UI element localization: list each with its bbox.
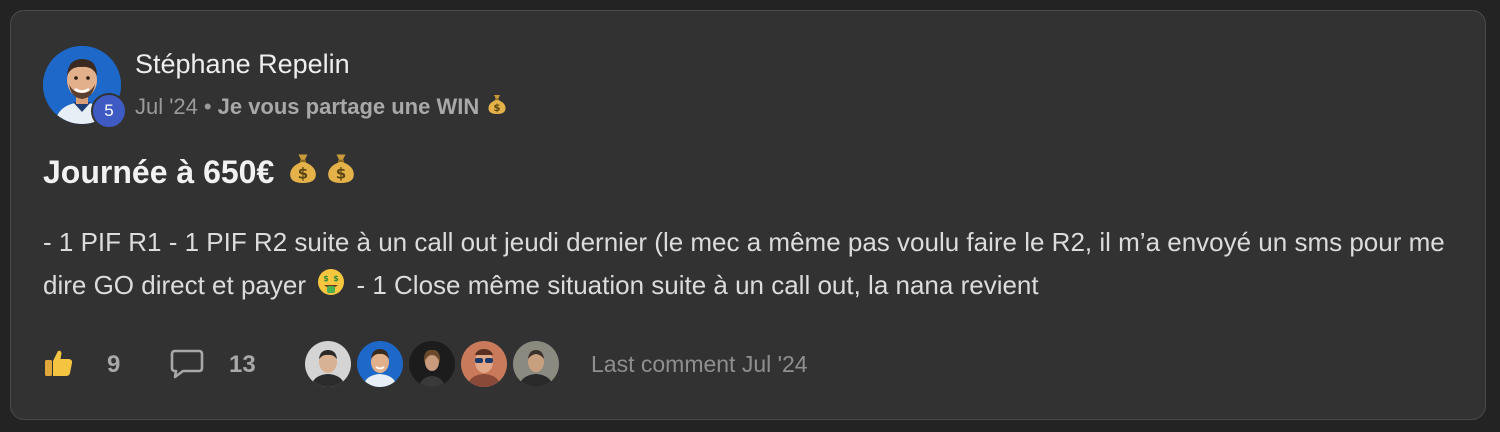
- commenter-avatar[interactable]: [459, 339, 509, 389]
- commenter-avatar[interactable]: [303, 339, 353, 389]
- author-name[interactable]: Stéphane Repelin: [135, 49, 350, 80]
- post-title-text: Journée à 650€: [43, 153, 275, 190]
- post-footer: 9 13 Last comment Jul '24: [43, 339, 1443, 389]
- svg-text:$: $: [336, 165, 346, 183]
- speech-bubble-icon[interactable]: [169, 348, 205, 385]
- post-card[interactable]: 5 Stéphane Repelin Jul '24 • Je vous par…: [10, 10, 1486, 420]
- post-body-part2: - 1 Close même situation suite à un call…: [356, 270, 1039, 300]
- money-mouth-face-icon: $ $: [317, 266, 345, 309]
- post-body[interactable]: - 1 PIF R1 - 1 PIF R2 suite à un call ou…: [43, 221, 1453, 309]
- post-meta: Jul '24 • Je vous partage une WIN $: [135, 93, 507, 121]
- post-title[interactable]: Journée à 650€ $ $: [43, 151, 356, 193]
- author-avatar-wrap[interactable]: 5: [43, 46, 127, 129]
- thumbs-up-icon[interactable]: [43, 347, 75, 384]
- last-comment-info[interactable]: Last comment Jul '24: [591, 351, 808, 378]
- comment-count: 13: [229, 351, 256, 378]
- svg-text:$: $: [494, 103, 501, 114]
- post-category[interactable]: Je vous partage une WIN: [218, 94, 480, 120]
- svg-text:$: $: [298, 165, 308, 183]
- commenter-avatar[interactable]: [511, 339, 561, 389]
- svg-text:$: $: [323, 274, 329, 283]
- level-badge: 5: [91, 93, 127, 129]
- money-bag-icon: $: [326, 151, 356, 193]
- commenter-avatar[interactable]: [407, 339, 457, 389]
- meta-separator: •: [203, 94, 212, 119]
- money-bag-icon: $: [288, 151, 318, 193]
- money-bag-icon: $: [487, 93, 507, 121]
- like-count: 9: [107, 351, 121, 378]
- post-date[interactable]: Jul '24: [135, 94, 198, 120]
- svg-text:$: $: [333, 274, 339, 283]
- commenter-avatar[interactable]: [355, 339, 405, 389]
